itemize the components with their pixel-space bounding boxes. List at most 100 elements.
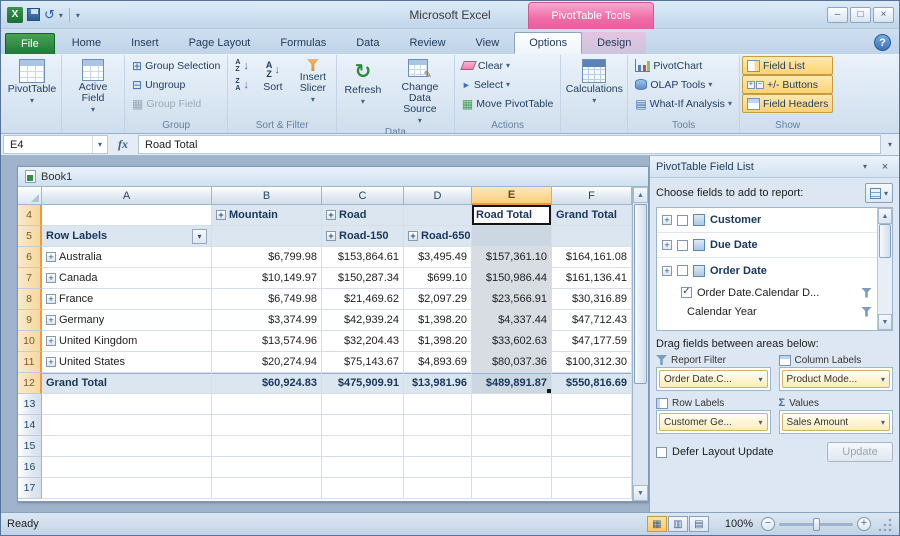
cell[interactable] <box>42 478 212 499</box>
row-header[interactable]: 17 <box>18 478 42 499</box>
checkbox[interactable] <box>677 215 688 226</box>
cell[interactable] <box>212 415 322 436</box>
field-pill[interactable]: Order Date.C... <box>659 370 768 388</box>
cell[interactable]: $47,177.59 <box>552 331 632 352</box>
cell[interactable]: $4,893.69 <box>404 352 472 373</box>
insert-function-icon[interactable]: fx <box>108 134 138 155</box>
cell[interactable]: $4,337.44 <box>472 310 552 331</box>
cell[interactable] <box>42 415 212 436</box>
cell[interactable] <box>212 457 322 478</box>
cell[interactable]: $157,361.10 <box>472 247 552 268</box>
expand-icon[interactable] <box>46 315 56 325</box>
cell[interactable]: Road-150 <box>322 226 404 247</box>
row-header[interactable]: 7 <box>18 268 42 289</box>
cell[interactable] <box>552 415 632 436</box>
olap-tools-button[interactable]: OLAP Tools ▾ <box>630 75 737 94</box>
cell[interactable] <box>552 226 632 247</box>
cell[interactable]: Germany <box>42 310 212 331</box>
cell[interactable]: United States <box>42 352 212 373</box>
cell[interactable] <box>322 457 404 478</box>
cell[interactable] <box>404 394 472 415</box>
cell[interactable] <box>404 415 472 436</box>
field-pill[interactable]: Sales Amount <box>782 413 891 431</box>
vertical-scrollbar[interactable] <box>632 187 648 501</box>
normal-view-button[interactable] <box>647 516 667 532</box>
sort-descending-button[interactable]: ZA <box>230 75 254 94</box>
cell[interactable] <box>212 226 322 247</box>
group-field-button[interactable]: Group Field <box>127 94 225 113</box>
collapse-icon[interactable] <box>662 266 672 276</box>
cell[interactable]: $23,566.91 <box>472 289 552 310</box>
scroll-down-icon[interactable] <box>633 485 648 501</box>
expand-icon[interactable] <box>326 210 336 220</box>
sort-button[interactable]: AZ Sort <box>255 56 291 116</box>
row-header[interactable]: 15 <box>18 436 42 457</box>
tab-options[interactable]: Options <box>514 32 582 54</box>
cell[interactable]: $6,749.98 <box>212 289 322 310</box>
cell[interactable]: $3,374.99 <box>212 310 322 331</box>
scroll-down-icon[interactable] <box>878 314 892 330</box>
cell[interactable] <box>322 436 404 457</box>
column-header-b[interactable]: B <box>212 187 322 205</box>
cell[interactable] <box>552 457 632 478</box>
plus-minus-buttons-toggle[interactable]: +− +/- Buttons <box>742 75 833 94</box>
cell[interactable]: $33,602.63 <box>472 331 552 352</box>
expand-icon[interactable] <box>662 215 672 225</box>
cell[interactable]: $153,864.61 <box>322 247 404 268</box>
help-icon[interactable] <box>874 34 891 51</box>
expand-formula-bar-icon[interactable] <box>881 134 899 155</box>
cell[interactable] <box>472 478 552 499</box>
save-icon[interactable] <box>27 8 40 21</box>
report-filter-box[interactable]: Order Date.C... <box>656 367 771 391</box>
tab-view[interactable]: View <box>461 32 515 54</box>
column-header-f[interactable]: F <box>552 187 632 205</box>
cell[interactable]: $75,143.67 <box>322 352 404 373</box>
pane-menu-icon[interactable] <box>857 159 873 175</box>
cell[interactable]: $13,574.96 <box>212 331 322 352</box>
cell[interactable] <box>42 394 212 415</box>
cell[interactable]: $60,924.83 <box>212 373 322 394</box>
cell[interactable] <box>212 478 322 499</box>
cell[interactable]: $1,398.20 <box>404 331 472 352</box>
field-item-order-date-calendar[interactable]: Order Date.Calendar D... <box>657 283 877 302</box>
field-list-scrollbar[interactable] <box>877 208 892 330</box>
cell[interactable]: $47,712.43 <box>552 310 632 331</box>
maximize-button[interactable] <box>850 7 871 23</box>
tab-formulas[interactable]: Formulas <box>265 32 341 54</box>
column-labels-box[interactable]: Product Mode... <box>779 367 894 391</box>
checkbox[interactable] <box>677 240 688 251</box>
cell[interactable] <box>404 457 472 478</box>
column-header-c[interactable]: C <box>322 187 404 205</box>
row-header[interactable]: 12 <box>18 373 42 394</box>
cell[interactable]: $80,037.36 <box>472 352 552 373</box>
group-selection-button[interactable]: Group Selection <box>127 56 225 75</box>
expand-icon[interactable] <box>46 252 56 262</box>
cell[interactable]: $150,986.44 <box>472 268 552 289</box>
filter-icon[interactable] <box>861 307 872 317</box>
calculations-button[interactable]: Calculations ▾ <box>563 56 625 116</box>
expand-icon[interactable] <box>46 273 56 283</box>
move-pivottable-button[interactable]: Move PivotTable <box>457 94 558 113</box>
cell[interactable]: $13,981.96 <box>404 373 472 394</box>
active-field-button[interactable]: Active Field ▾ <box>64 56 122 116</box>
cell[interactable] <box>552 478 632 499</box>
name-box-dropdown-icon[interactable] <box>92 136 107 153</box>
insert-slicer-button[interactable]: InsertSlicer ▾ <box>292 56 334 116</box>
what-if-analysis-button[interactable]: What-If Analysis ▾ <box>630 94 737 113</box>
row-header[interactable]: 16 <box>18 457 42 478</box>
pivotchart-button[interactable]: PivotChart <box>630 56 737 75</box>
cell[interactable] <box>404 436 472 457</box>
undo-icon[interactable] <box>44 7 55 23</box>
cell[interactable] <box>212 394 322 415</box>
cell[interactable] <box>472 394 552 415</box>
cell[interactable] <box>404 478 472 499</box>
cell[interactable]: $3,495.49 <box>404 247 472 268</box>
zoom-out-button[interactable] <box>761 517 775 531</box>
expand-icon[interactable] <box>662 240 672 250</box>
resize-grip[interactable] <box>879 517 893 531</box>
column-header-e[interactable]: E <box>472 187 552 205</box>
cell[interactable]: $489,891.87 <box>472 373 552 394</box>
cell[interactable] <box>212 436 322 457</box>
cell[interactable]: $699.10 <box>404 268 472 289</box>
checkbox-checked[interactable] <box>681 287 692 298</box>
